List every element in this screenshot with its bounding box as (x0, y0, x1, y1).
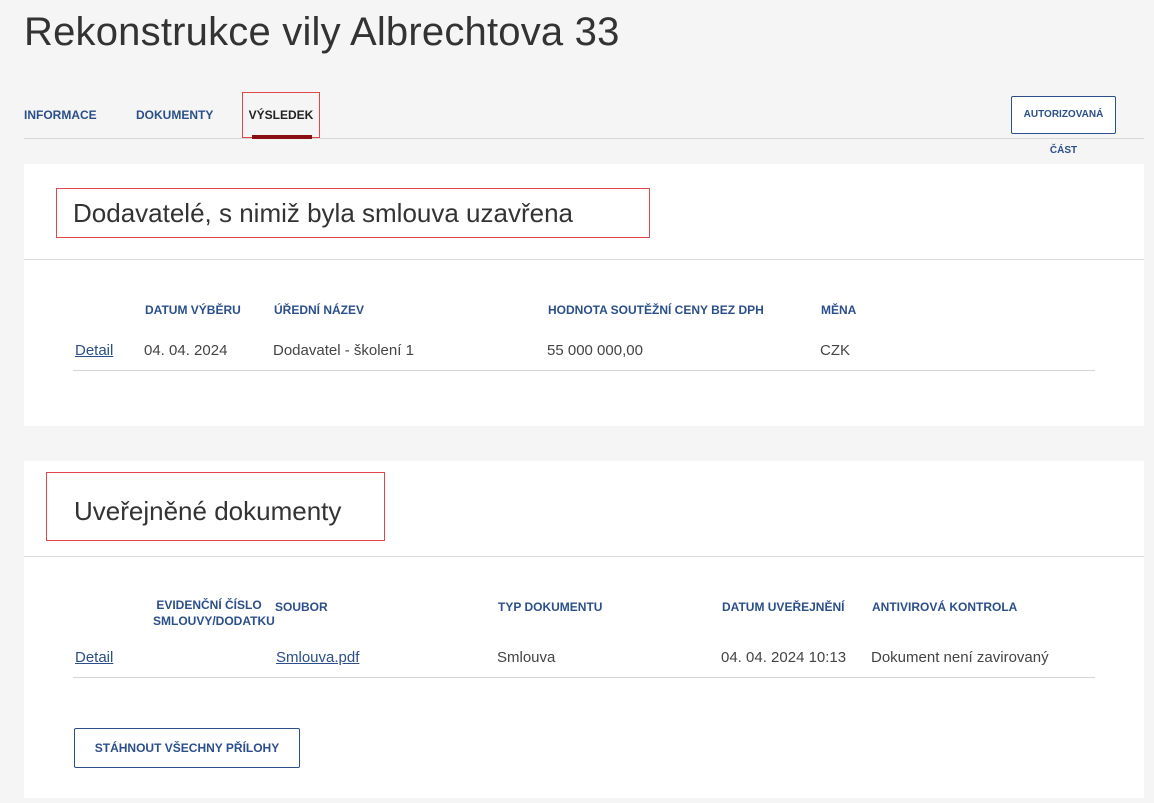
document-type: Smlouva (497, 649, 556, 666)
tab-bar: INFORMACE DOKUMENTY VÝSLEDEK (24, 92, 1144, 139)
tab-dokumenty[interactable]: DOKUMENTY (136, 94, 213, 138)
row-divider (73, 370, 1095, 371)
header-evidencni-cislo-line1: EVIDENČNÍ ČÍSLO (156, 598, 262, 612)
header-soubor: SOUBOR (275, 600, 328, 614)
download-all-button[interactable]: STÁHNOUT VŠECHNY PŘÍLOHY (74, 728, 300, 768)
suppliers-card-header: Dodavatelé, s nimiž byla smlouva uzavřen… (24, 164, 1144, 260)
header-evidencni-cislo-line2: SMLOUVY/DODATKU (153, 614, 275, 628)
document-detail-link[interactable]: Detail (75, 649, 113, 666)
supplier-currency: CZK (820, 342, 850, 359)
row-divider (73, 677, 1095, 678)
documents-card-header: Uveřejněné dokumenty (24, 461, 1144, 557)
header-datum-vyberu: DATUM VÝBĚRU (145, 303, 241, 317)
suppliers-title: Dodavatelé, s nimiž byla smlouva uzavřen… (56, 188, 650, 238)
header-mena: MĚNA (821, 303, 857, 317)
header-uredni-nazev: ÚŘEDNÍ NÁZEV (274, 303, 365, 317)
documents-card: Uveřejněné dokumenty EVIDENČNÍ ČÍSLO SML… (24, 461, 1144, 798)
supplier-value: 55 000 000,00 (547, 342, 643, 359)
document-file-link[interactable]: Smlouva.pdf (276, 649, 359, 666)
tab-vysledek[interactable]: VÝSLEDEK (242, 92, 320, 138)
supplier-detail-link[interactable]: Detail (75, 342, 113, 359)
supplier-date: 04. 04. 2024 (144, 342, 228, 359)
header-evidencni-cislo: EVIDENČNÍ ČÍSLO SMLOUVY/DODATKU (153, 597, 275, 629)
documents-title: Uveřejněné dokumenty (46, 472, 385, 541)
document-published: 04. 04. 2024 10:13 (721, 649, 847, 666)
page-title: Rekonstrukce vily Albrechtova 33 (24, 10, 620, 54)
tab-informace[interactable]: INFORMACE (24, 94, 97, 138)
header-typ-dokumentu: TYP DOKUMENTU (498, 600, 603, 614)
header-hodnota: HODNOTA SOUTĚŽNÍ CENY BEZ DPH (548, 303, 764, 317)
header-antivirova-kontrola: ANTIVIROVÁ KONTROLA (872, 600, 1018, 614)
suppliers-card: Dodavatelé, s nimiž byla smlouva uzavřen… (24, 164, 1144, 426)
header-datum-uverejneni: DATUM UVEŘEJNĚNÍ (722, 600, 845, 614)
active-tab-indicator (252, 135, 312, 139)
authorized-section-button[interactable]: AUTORIZOVANÁ ČÁST (1011, 96, 1116, 156)
document-antivirus: Dokument není zavirovaný (871, 649, 1049, 666)
supplier-name: Dodavatel - školení 1 (273, 342, 414, 359)
